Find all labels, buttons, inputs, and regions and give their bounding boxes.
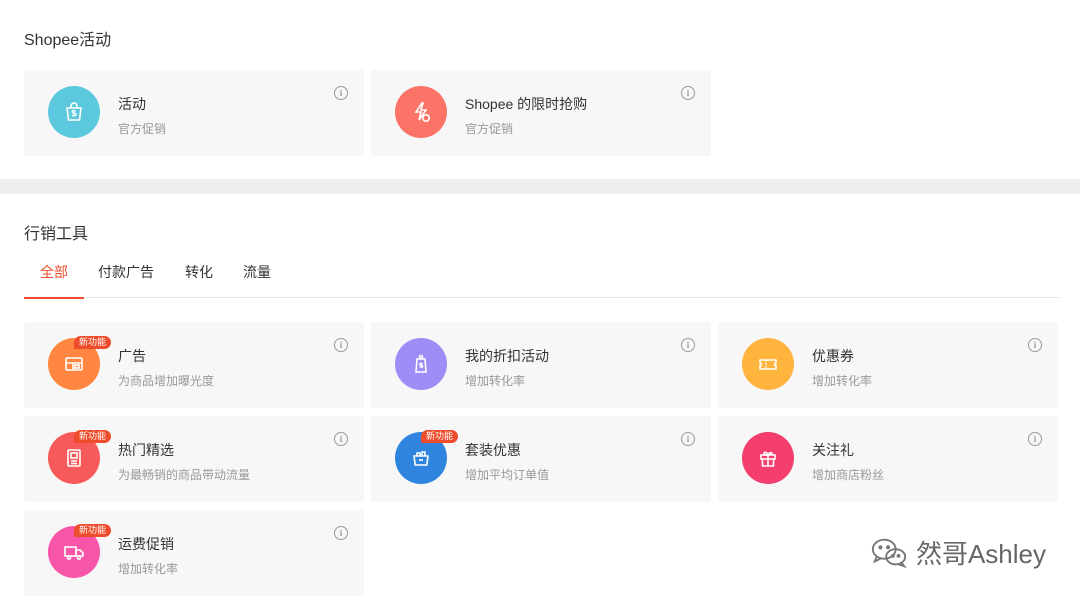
info-icon[interactable]: i	[681, 86, 695, 100]
ads-card[interactable]: 新功能 广告 为商品增加曝光度 i	[24, 322, 364, 408]
card-description: 官方促销	[465, 122, 514, 136]
card-title: 广告	[118, 348, 146, 364]
new-feature-badge: 新功能	[74, 430, 112, 443]
shopping-bag-icon	[48, 86, 100, 138]
new-feature-badge: 新功能	[74, 524, 112, 537]
new-feature-badge: 新功能	[74, 336, 112, 349]
voucher-card[interactable]: 优惠券 增加转化率 i	[718, 322, 1058, 408]
section-title: Shopee活动	[24, 32, 112, 49]
card-title: 关注礼	[812, 442, 854, 458]
card-title: Shopee 的限时抢购	[465, 96, 588, 112]
flash-sale-icon	[395, 86, 447, 138]
wechat-watermark: 然哥Ashley	[870, 534, 1046, 571]
info-icon[interactable]: i	[334, 432, 348, 446]
follow-prize-card[interactable]: 关注礼 增加商店粉丝 i	[718, 416, 1058, 502]
card-title: 套装优惠	[465, 442, 521, 458]
new-feature-badge: 新功能	[421, 430, 459, 443]
activity-card[interactable]: 活动 官方促销 i	[24, 70, 364, 156]
info-icon[interactable]: i	[334, 526, 348, 540]
info-icon[interactable]: i	[681, 338, 695, 352]
tab-traffic[interactable]: 流量	[243, 262, 271, 298]
info-icon[interactable]: i	[1028, 432, 1042, 446]
card-description: 官方促销	[118, 122, 167, 136]
card-title: 热门精选	[118, 442, 174, 458]
card-description: 为最畅销的商品带动流量	[118, 468, 251, 482]
marketing-tabs: 全部 付款广告 转化 流量	[24, 254, 1060, 299]
card-description: 增加转化率	[465, 374, 526, 388]
flash-sale-card[interactable]: Shopee 的限时抢购 官方促销 i	[371, 70, 711, 156]
top-picks-card[interactable]: 新功能 热门精选 为最畅销的商品带动流量 i	[24, 416, 364, 502]
card-title: 运费促销	[118, 536, 174, 552]
info-icon[interactable]: i	[1028, 338, 1042, 352]
watermark-text: 然哥Ashley	[915, 539, 1046, 569]
card-description: 增加平均订单值	[465, 468, 550, 482]
card-description: 增加转化率	[118, 562, 179, 576]
card-description: 为商品增加曝光度	[118, 374, 215, 388]
card-title: 优惠券	[812, 348, 854, 364]
card-title: 活动	[118, 96, 146, 112]
shopee-activity-section: Shopee活动 活动 官方促销 i Shopee 的限时抢购 官方促销 i	[0, 0, 1080, 179]
voucher-icon	[742, 338, 794, 390]
discount-card[interactable]: 我的折扣活动 增加转化率 i	[371, 322, 711, 408]
section-title: 行销工具	[24, 226, 89, 243]
info-icon[interactable]: i	[334, 86, 348, 100]
tab-all[interactable]: 全部	[24, 262, 84, 299]
marketing-tools-section: 行销工具 全部 付款广告 转化 流量 新功能 广告 为商品增加曝光度 i 我的折…	[0, 194, 1080, 603]
card-description: 增加转化率	[812, 374, 873, 388]
tab-conversion[interactable]: 转化	[185, 262, 213, 298]
gift-icon	[742, 432, 794, 484]
info-icon[interactable]: i	[681, 432, 695, 446]
bundle-deal-card[interactable]: 新功能 套装优惠 增加平均订单值 i	[371, 416, 711, 502]
card-title: 我的折扣活动	[465, 348, 549, 364]
card-description: 增加商店粉丝	[812, 468, 885, 482]
wechat-icon	[871, 538, 907, 568]
shipping-fee-promotion-card[interactable]: 新功能 运费促销 增加转化率 i	[24, 510, 364, 596]
tab-paid-ads[interactable]: 付款广告	[98, 262, 154, 298]
discount-tag-icon	[395, 338, 447, 390]
info-icon[interactable]: i	[334, 338, 348, 352]
